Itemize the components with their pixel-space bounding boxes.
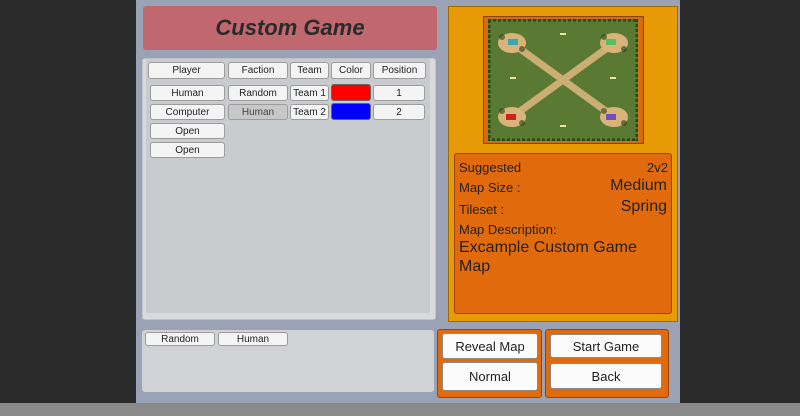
slot-2-position-button[interactable]: 2 (373, 104, 425, 120)
difficulty-button[interactable]: Normal (442, 362, 538, 391)
slot-2-color-swatch[interactable] (331, 103, 371, 120)
column-header-position: Position (373, 62, 426, 79)
slot-1-faction-button[interactable]: Random (228, 85, 288, 101)
column-header-color: Color (331, 62, 371, 79)
minimap (488, 19, 638, 141)
map-size-label: Map Size : (459, 180, 521, 195)
suggested-value: 2v2 (647, 160, 668, 175)
tileset-value: Spring (620, 198, 667, 215)
bottom-bar (0, 403, 800, 416)
slot-1-team-button[interactable]: Team 1 (290, 85, 329, 101)
reveal-map-button[interactable]: Reveal Map (442, 333, 538, 359)
right-letterbox (680, 0, 800, 403)
slot-1-player-button[interactable]: Human (150, 85, 225, 101)
map-description-line-2: Map (459, 258, 491, 275)
suggested-label: Suggested (459, 160, 522, 175)
column-header-faction: Faction (228, 62, 288, 79)
default-race-button[interactable]: Human (218, 332, 288, 346)
default-faction-button[interactable]: Random (145, 332, 215, 346)
slot-3-player-button[interactable]: Open (150, 123, 225, 139)
column-header-team: Team (290, 62, 329, 79)
page-title: Custom Game (143, 6, 437, 50)
column-header-player: Player (148, 62, 225, 79)
map-size-value: Medium (610, 177, 667, 194)
map-description-label: Map Description: (459, 222, 557, 237)
back-button[interactable]: Back (550, 363, 662, 389)
slot-1-position-button[interactable]: 1 (373, 85, 425, 101)
slot-2-player-button[interactable]: Computer (150, 104, 225, 120)
start-game-button[interactable]: Start Game (550, 334, 662, 358)
slot-2-faction-button[interactable]: Human (228, 104, 288, 120)
slot-4-player-button[interactable]: Open (150, 142, 225, 158)
slot-1-color-swatch[interactable] (331, 84, 371, 101)
tileset-label: Tileset : (459, 202, 505, 217)
map-description-line-1: Excample Custom Game (459, 239, 637, 256)
slot-2-team-button[interactable]: Team 2 (290, 104, 329, 120)
left-letterbox (0, 0, 136, 403)
